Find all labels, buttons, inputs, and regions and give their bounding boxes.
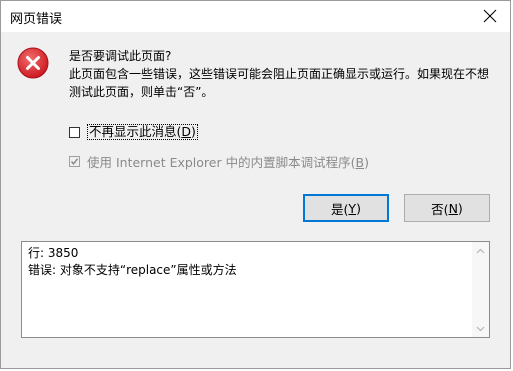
title-bar: 网页错误: [1, 1, 510, 32]
close-button[interactable]: [478, 4, 502, 28]
dont-show-again-checkbox[interactable]: 不再显示此消息(D): [69, 124, 198, 140]
window-title: 网页错误: [10, 12, 63, 27]
scroll-up-button[interactable]: [472, 242, 489, 259]
close-icon: [483, 9, 497, 23]
no-button[interactable]: 否(N): [404, 194, 490, 222]
error-message: 错误: 对象不支持“replace”属性或方法: [28, 263, 237, 277]
error-description: 此页面包含一些错误，这些错误可能会阻止页面正确显示或运行。如果现在不想测试此页面…: [69, 67, 490, 99]
dont-show-again-label: 不再显示此消息(D): [87, 124, 198, 140]
error-details-box[interactable]: 行: 3850 错误: 对象不支持“replace”属性或方法: [21, 241, 490, 338]
scroll-down-button[interactable]: [472, 320, 489, 337]
error-icon: [17, 47, 49, 79]
checkbox-unchecked[interactable]: [69, 126, 80, 138]
vertical-scrollbar[interactable]: [472, 242, 489, 337]
chevron-up-icon: [476, 248, 485, 253]
builtin-debugger-label: 使用 Internet Explorer 中的内置脚本调试程序(B): [87, 154, 369, 170]
checkbox-checked-disabled[interactable]: [69, 155, 80, 167]
error-dialog: 网页错误 是否要调试此页面? 此页面包含一些错误，这些错误可能会阻止页面正确显示…: [0, 0, 511, 369]
builtin-debugger-checkbox[interactable]: 使用 Internet Explorer 中的内置脚本调试程序(B): [69, 153, 369, 170]
chevron-down-icon: [476, 326, 485, 331]
checkmark-icon: [70, 157, 79, 165]
yes-button[interactable]: 是(Y): [303, 194, 389, 222]
error-line-number: 行: 3850: [28, 246, 79, 260]
debug-question: 是否要调试此页面?: [69, 49, 172, 63]
error-details-text: 行: 3850 错误: 对象不支持“replace”属性或方法: [28, 245, 237, 279]
